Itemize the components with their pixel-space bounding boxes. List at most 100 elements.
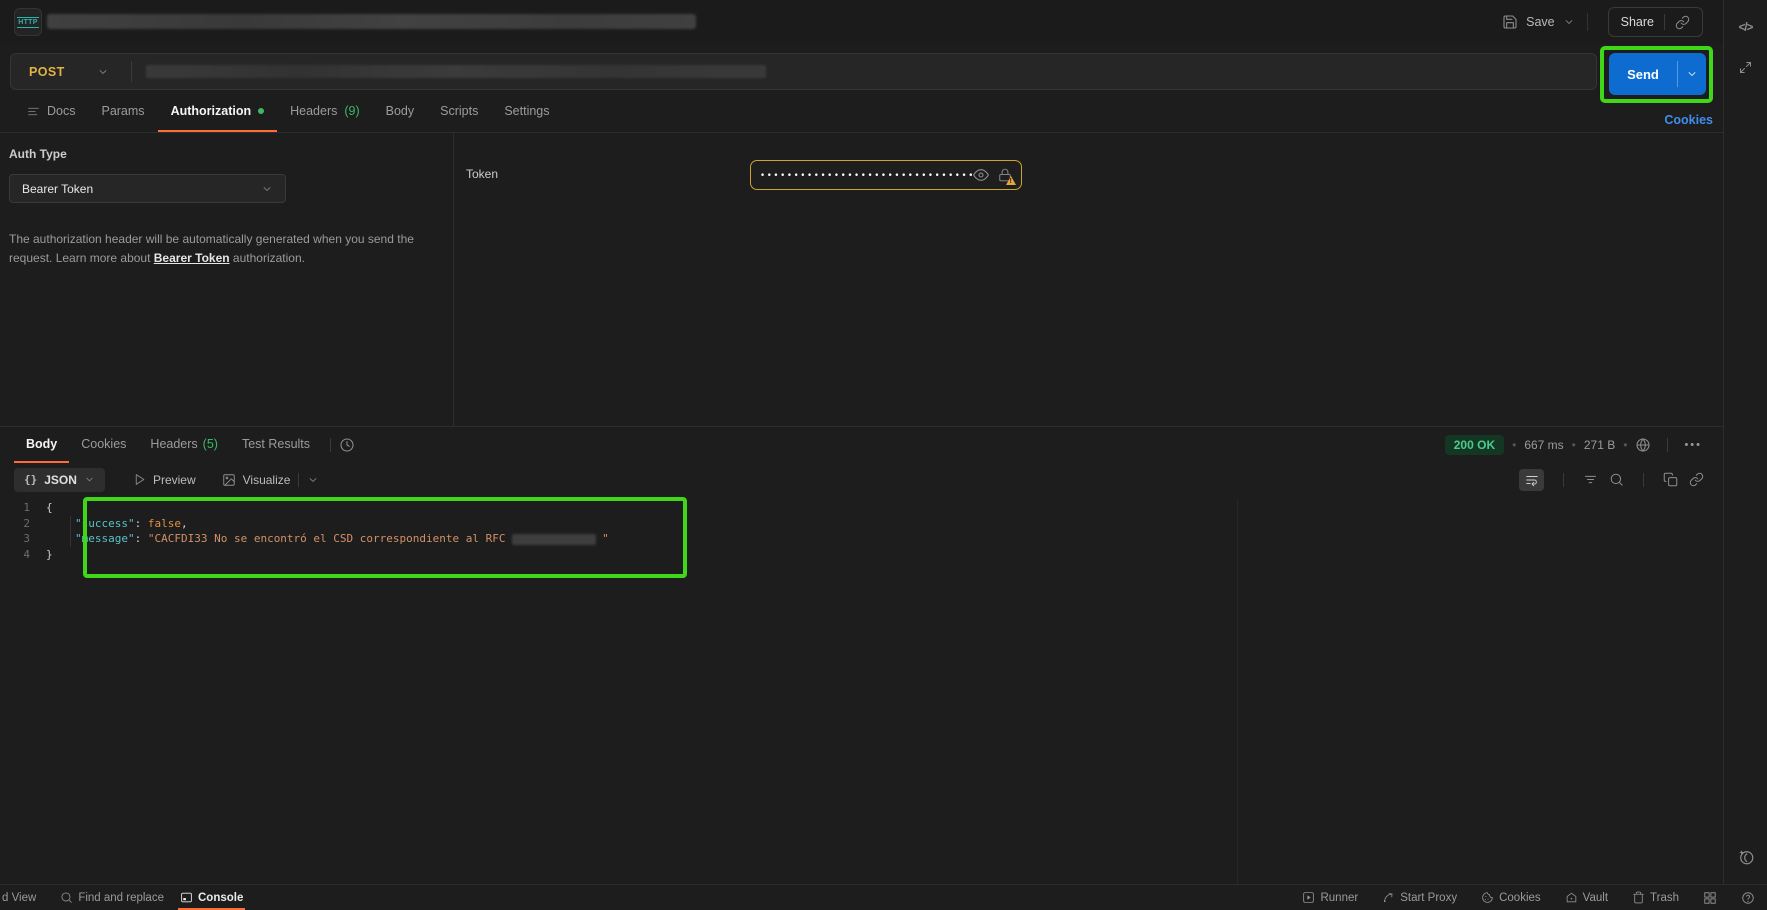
request-tabs: Docs Params Authorization Headers (9) Bo… xyxy=(0,92,1723,133)
tab-scripts[interactable]: Scripts xyxy=(427,92,491,132)
trash-button[interactable]: Trash xyxy=(1632,891,1679,904)
view-toggle[interactable]: d View xyxy=(2,885,36,910)
token-masked-value: •••••••••••••••••••••••••••••••••••••• xyxy=(760,169,973,181)
auth-type-dropdown[interactable]: Bearer Token xyxy=(9,174,286,203)
docs-icon xyxy=(27,105,40,118)
request-url-bar: POST xyxy=(10,53,1597,90)
tab-docs[interactable]: Docs xyxy=(14,92,88,132)
right-sidebar: </> xyxy=(1723,0,1767,884)
start-proxy-button[interactable]: Start Proxy xyxy=(1382,891,1457,904)
visualize-button[interactable]: Visualize xyxy=(222,473,291,487)
search-response-icon[interactable] xyxy=(1609,472,1624,487)
image-icon xyxy=(222,473,236,487)
preview-button[interactable]: Preview xyxy=(133,473,196,487)
response-more-options[interactable]: ••• xyxy=(1684,439,1702,451)
find-and-replace-button[interactable]: Find and replace xyxy=(60,885,164,910)
indent-guide xyxy=(70,516,71,547)
proxy-icon xyxy=(1382,891,1395,904)
link-response-icon[interactable] xyxy=(1689,472,1704,487)
request-title-redacted[interactable] xyxy=(47,14,696,29)
search-icon xyxy=(60,891,73,904)
response-tab-headers[interactable]: Headers (5) xyxy=(138,427,230,463)
dropdown-chevron-icon xyxy=(261,183,273,195)
wrap-text-icon xyxy=(1525,473,1539,487)
send-button[interactable]: Send xyxy=(1609,53,1706,95)
share-button[interactable]: Share xyxy=(1608,7,1703,37)
expand-panel-icon[interactable] xyxy=(1738,60,1753,75)
status-bar: d View Find and replace Console Runner S… xyxy=(0,884,1767,910)
response-tab-test-results[interactable]: Test Results xyxy=(230,427,322,463)
response-headers-count: (5) xyxy=(203,437,218,451)
divider xyxy=(298,473,299,487)
warning-triangle-icon xyxy=(1006,176,1016,185)
status-badge[interactable]: 200 OK xyxy=(1445,435,1504,455)
response-time[interactable]: 667 ms xyxy=(1524,438,1563,452)
method-selector[interactable]: POST xyxy=(29,65,65,79)
tab-body[interactable]: Body xyxy=(373,92,428,132)
show-token-eye-icon[interactable] xyxy=(973,167,989,183)
token-vault-lock[interactable] xyxy=(998,168,1012,182)
send-options-chevron-icon[interactable] xyxy=(1686,68,1698,80)
tab-settings[interactable]: Settings xyxy=(491,92,562,132)
code-line: 4 } xyxy=(0,547,1723,563)
save-options-chevron-icon[interactable] xyxy=(1563,16,1575,28)
tab-headers[interactable]: Headers (9) xyxy=(277,92,373,132)
runner-icon xyxy=(1302,891,1315,904)
copy-link-icon[interactable] xyxy=(1675,15,1690,30)
code-line: 1 { xyxy=(0,500,1723,516)
console-button[interactable]: Console xyxy=(180,885,243,910)
rfc-redacted xyxy=(512,534,596,545)
http-request-icon: HTTP xyxy=(14,8,42,36)
response-body-editor[interactable]: 1 { 2 "success": false, 3 "message": "CA… xyxy=(0,500,1723,562)
response-tabs: Body Cookies Headers (5) Test Results 20… xyxy=(0,427,1723,463)
bearer-token-link[interactable]: Bearer Token xyxy=(154,251,230,265)
save-button[interactable]: Save xyxy=(1526,15,1555,29)
auth-help-text: The authorization header will be automat… xyxy=(9,230,421,267)
network-info-globe-icon[interactable] xyxy=(1635,437,1651,453)
divider xyxy=(1667,438,1668,452)
cookies-button[interactable]: Cookies xyxy=(1481,891,1541,904)
tab-params[interactable]: Params xyxy=(88,92,157,132)
json-braces-icon: {} xyxy=(24,473,37,486)
console-icon xyxy=(180,891,193,904)
play-icon xyxy=(133,473,146,486)
divider xyxy=(330,438,331,452)
code-line: 3 "message": "CACFDI33 No se encontró el… xyxy=(0,531,1723,547)
copy-response-icon[interactable] xyxy=(1663,472,1678,487)
request-url-redacted[interactable] xyxy=(146,65,766,78)
postbot-icon[interactable] xyxy=(1737,848,1755,866)
auth-configured-dot xyxy=(258,108,264,114)
divider xyxy=(131,61,132,82)
code-line: 2 "success": false, xyxy=(0,516,1723,532)
auth-type-label: Auth Type xyxy=(9,147,433,161)
tab-authorization[interactable]: Authorization xyxy=(158,92,278,132)
authorization-panel: Auth Type Bearer Token The authorization… xyxy=(0,133,1723,426)
wrap-text-button[interactable] xyxy=(1519,469,1544,491)
panels-layout-icon[interactable] xyxy=(1703,891,1717,905)
response-tab-body[interactable]: Body xyxy=(14,427,69,463)
token-input[interactable]: •••••••••••••••••••••••••••••••••••••• xyxy=(750,160,1022,190)
headers-count: (9) xyxy=(344,104,359,118)
vault-button[interactable]: Vault xyxy=(1565,891,1608,904)
response-history-icon[interactable] xyxy=(339,437,355,453)
token-label: Token xyxy=(466,167,498,181)
format-chevron-icon xyxy=(84,474,95,485)
response-size[interactable]: 271 B xyxy=(1584,438,1615,452)
divider xyxy=(1563,473,1564,487)
cookie-icon xyxy=(1481,891,1494,904)
help-icon[interactable] xyxy=(1741,891,1755,905)
filter-icon[interactable] xyxy=(1583,472,1598,487)
method-chevron-icon[interactable] xyxy=(97,66,109,78)
vault-icon xyxy=(1565,891,1578,904)
code-snippet-icon[interactable]: </> xyxy=(1739,22,1753,34)
runner-button[interactable]: Runner xyxy=(1302,891,1358,904)
response-format-dropdown[interactable]: {} JSON xyxy=(14,468,105,492)
save-icon[interactable] xyxy=(1502,14,1518,30)
divider xyxy=(1643,473,1644,487)
response-tab-cookies[interactable]: Cookies xyxy=(69,427,138,463)
visualize-chevron-icon[interactable] xyxy=(307,474,319,486)
response-panel: Body Cookies Headers (5) Test Results 20… xyxy=(0,426,1723,884)
trash-icon xyxy=(1632,891,1645,904)
divider xyxy=(1587,13,1588,31)
editor-gutter-line xyxy=(1237,500,1238,885)
